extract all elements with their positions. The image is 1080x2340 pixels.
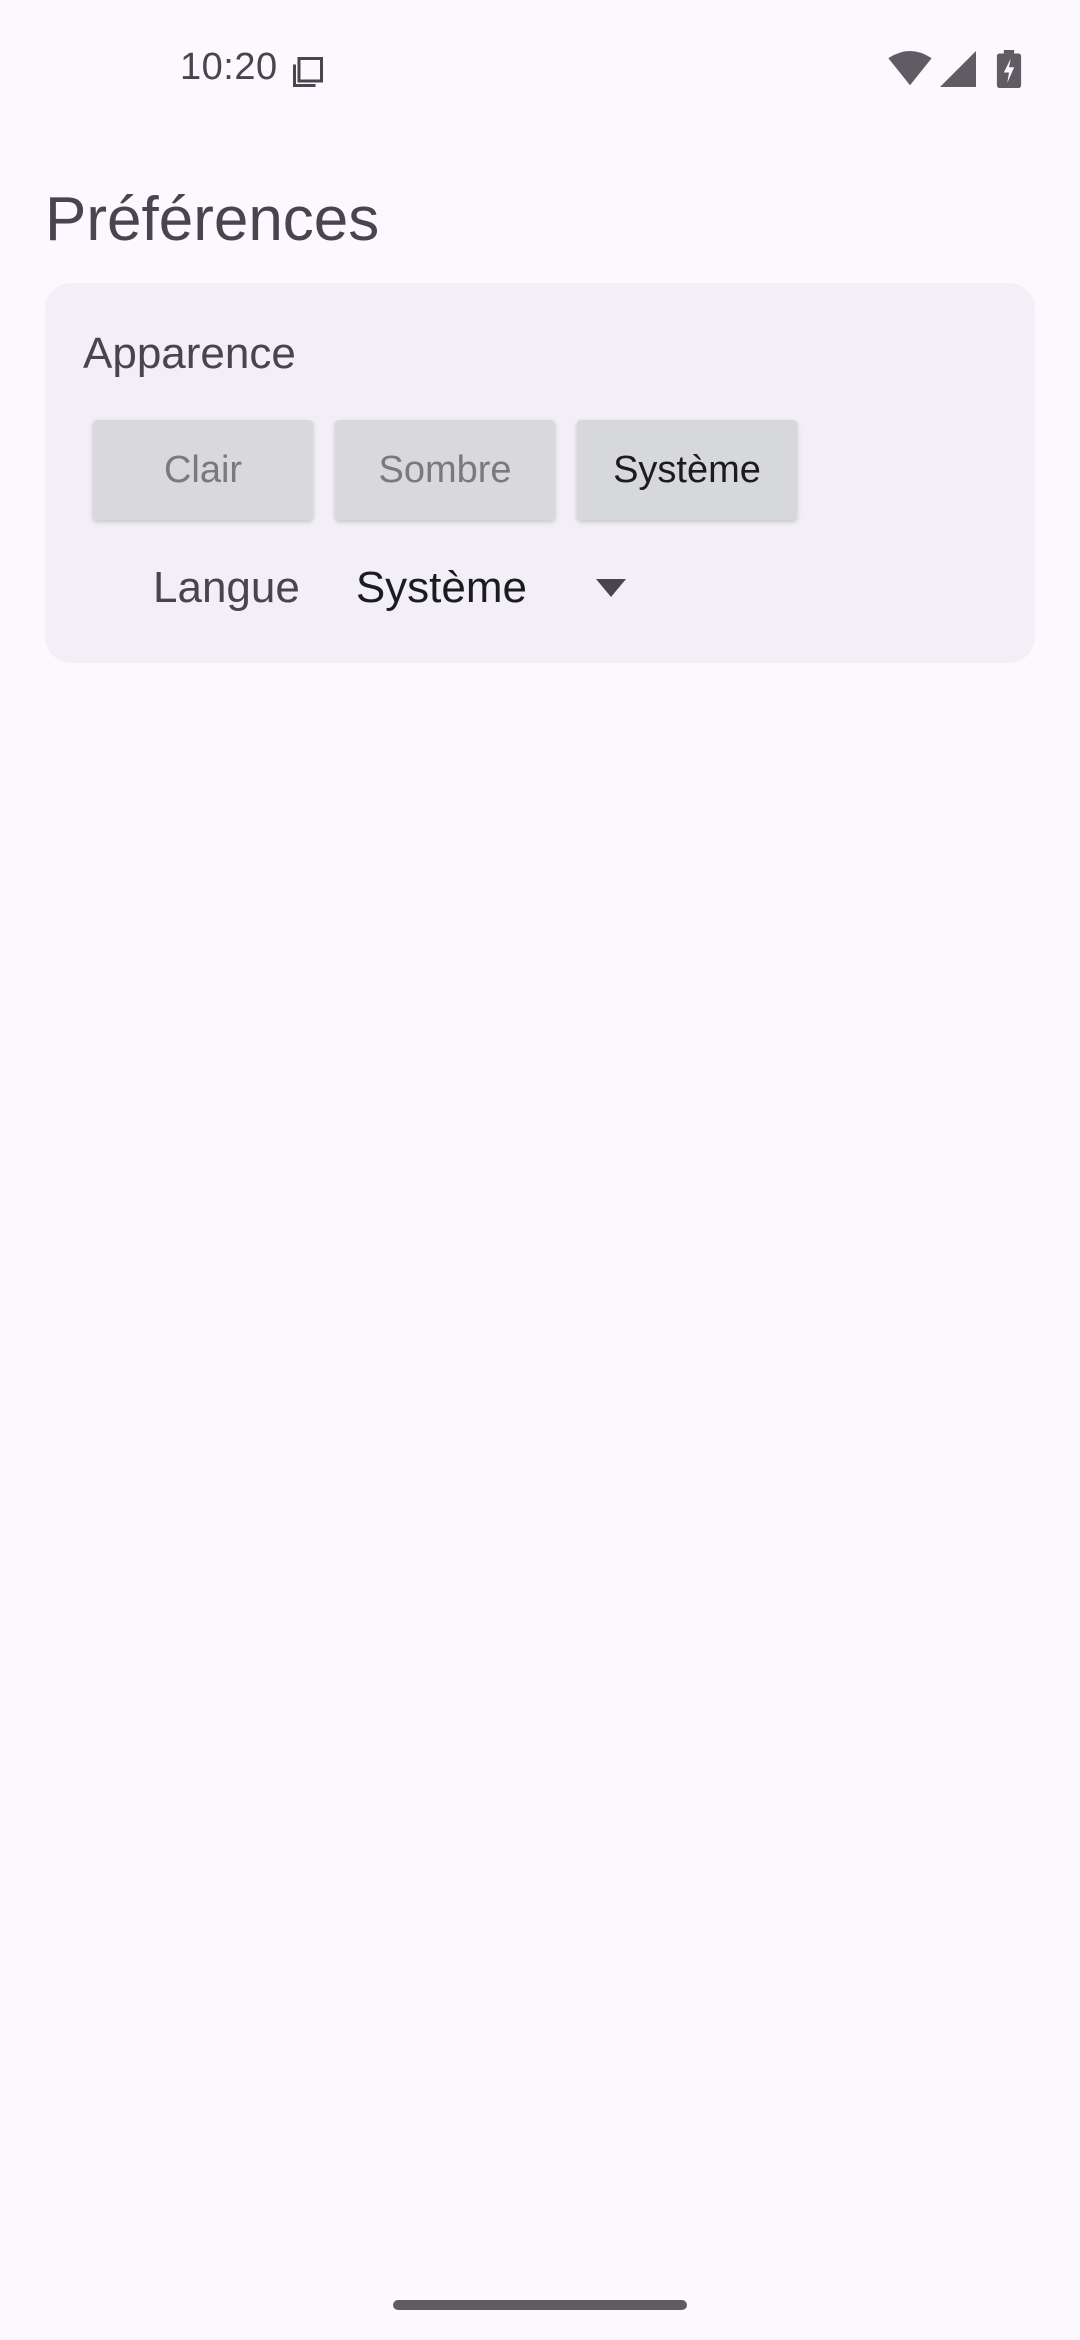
- status-bar: 10:20: [0, 0, 1080, 140]
- language-value: Système: [355, 563, 527, 612]
- language-label: Langue: [153, 563, 300, 612]
- wifi-icon: [888, 51, 932, 86]
- language-row: Langue Système: [153, 563, 626, 613]
- battery-charging-icon: [996, 50, 1022, 88]
- dropdown-arrow-icon: [595, 579, 626, 597]
- home-indicator[interactable]: [393, 2300, 687, 2310]
- language-dropdown[interactable]: Système: [356, 563, 626, 613]
- status-time: 10:20: [180, 46, 278, 88]
- signal-icon: [940, 51, 976, 87]
- theme-option-systeme[interactable]: Système: [577, 420, 797, 520]
- screenshot-icon: [293, 57, 323, 87]
- theme-option-sombre[interactable]: Sombre: [335, 420, 555, 520]
- appearance-section-label: Apparence: [83, 329, 296, 378]
- appearance-card: Apparence Clair Sombre Système Langue Sy…: [45, 283, 1035, 663]
- status-icons: [888, 50, 1022, 88]
- page-title: Préférences: [45, 185, 380, 254]
- theme-option-clair[interactable]: Clair: [93, 420, 313, 520]
- theme-selector: Clair Sombre Système: [93, 420, 797, 520]
